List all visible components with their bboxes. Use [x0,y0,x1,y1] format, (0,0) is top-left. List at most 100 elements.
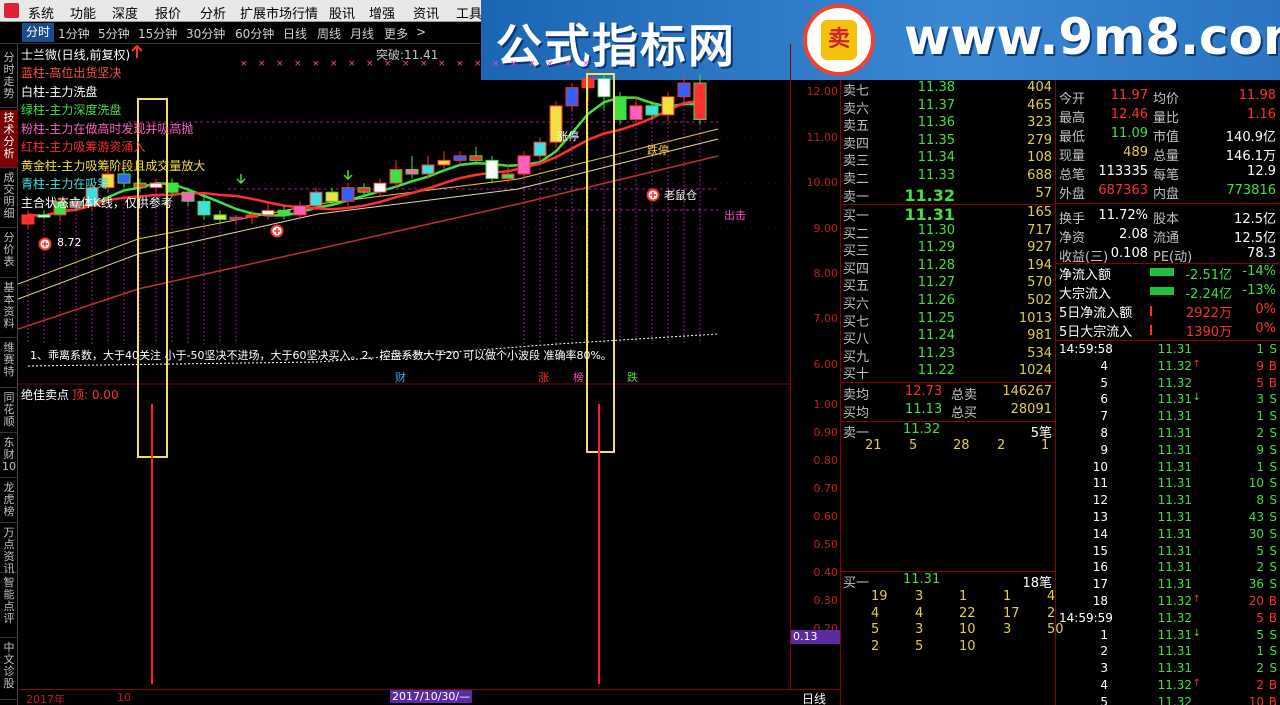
tick-row[interactable]: 4 11.32 ↑ 2 B [1056,678,1280,695]
side-tab[interactable]: 维赛特 [0,340,18,388]
menu-item[interactable]: 资讯 [413,3,439,22]
candle[interactable] [389,160,403,188]
period-tab[interactable]: 5分钟 [98,25,130,42]
period-tab[interactable]: 日线 [283,25,307,42]
period-label[interactable]: 日线 [802,690,826,705]
candle[interactable] [37,210,51,220]
buy-row[interactable]: 买六 11.26 502 [841,293,1055,312]
menu-item[interactable]: 增强 [369,3,395,22]
buy-row[interactable]: 买九 11.23 534 [841,346,1055,365]
menu-item[interactable]: 报价 [155,3,181,22]
candle[interactable] [677,74,691,102]
buy-signal-icon[interactable] [646,188,660,202]
side-tab[interactable]: 成交明细 [0,170,18,228]
period-tab[interactable]: 30分钟 [186,25,225,42]
side-tab[interactable]: 中文诊股 [0,640,18,700]
menu-item[interactable]: 工具 [456,3,482,22]
tick-row[interactable]: 11 11.31 10 S [1056,476,1280,493]
period-tab[interactable]: 15分钟 [138,25,177,42]
candle[interactable] [613,92,627,124]
tick-row[interactable]: 16 11.31 2 S [1056,560,1280,577]
menu-item[interactable]: 深度 [112,3,138,22]
candle[interactable] [373,178,387,197]
sell-row[interactable]: 卖四 11.35 279 [841,133,1055,152]
side-tab[interactable]: 万点资讯 [0,525,18,575]
buy-row[interactable]: 买十 11.22 1024 [841,363,1055,382]
tick-row[interactable]: 7 11.31 1 S [1056,409,1280,426]
tick-row[interactable]: 18 11.32 ↑ 20 B [1056,594,1280,611]
side-tab[interactable]: 分时走势 [0,50,18,108]
tick-row[interactable]: 9 11.31 9 S [1056,443,1280,460]
buy-row[interactable]: 买三 11.29 927 [841,240,1055,259]
candle[interactable] [661,92,675,120]
tick-row[interactable]: 5 11.32 5 B [1056,376,1280,393]
buy-row[interactable]: 买五 11.27 570 [841,275,1055,294]
period-tab[interactable]: 1分钟 [58,25,90,42]
event-marker[interactable]: 财 [395,369,406,385]
candle[interactable] [693,74,707,124]
buy-row[interactable]: 买八 11.24 981 [841,328,1055,347]
candle[interactable] [21,210,35,229]
event-marker[interactable]: 涨 [538,369,549,385]
side-tab[interactable]: 龙虎榜 [0,480,18,523]
event-marker[interactable]: 跌 [627,369,638,385]
candle[interactable] [453,151,467,165]
tick-row[interactable]: 10 11.31 1 S [1056,460,1280,477]
side-tab[interactable]: 同花顺 [0,390,18,433]
candle[interactable] [229,214,243,224]
menu-item[interactable]: 系统 [28,3,54,22]
tick-row[interactable]: 15 11.31 5 S [1056,544,1280,561]
side-tab[interactable]: 智能点评 [0,575,18,638]
menu-item[interactable]: 股讯 [329,3,355,22]
menu-item[interactable]: 扩展市场行情 [240,3,318,22]
candle[interactable] [197,196,211,220]
sell-row[interactable]: 卖一 11.32 57 [841,186,1055,205]
period-tab[interactable]: 月线 [350,25,374,42]
menu-item[interactable]: 分析 [200,3,226,22]
sell-row[interactable]: 卖二 11.33 688 [841,168,1055,187]
tick-row[interactable]: 14:59:59 11.32 5 B [1056,611,1280,628]
period-more-arrow-icon[interactable]: > [416,25,426,39]
tick-row[interactable]: 3 11.31 2 S [1056,661,1280,678]
tick-row[interactable]: 12 11.31 8 S [1056,493,1280,510]
tick-row[interactable]: 5 11.32 10 B [1056,695,1280,705]
tick-row[interactable]: 4 11.32 ↑ 9 B [1056,359,1280,376]
candle[interactable] [405,155,419,179]
side-tab[interactable]: 基本资料 [0,280,18,338]
side-tab[interactable]: 东财10 [0,435,18,478]
buy-signal-icon[interactable] [38,237,52,251]
sell-row[interactable]: 卖七 11.38 404 [841,80,1055,99]
buy-row[interactable]: 买七 11.25 1013 [841,311,1055,330]
tick-row[interactable]: 1 11.31 ↓ 5 S [1056,628,1280,645]
candle[interactable] [149,178,163,193]
buy-row[interactable]: 买四 11.28 194 [841,258,1055,277]
tick-row[interactable]: 17 11.31 36 S [1056,577,1280,594]
side-tab[interactable]: 技术分析 [0,110,18,168]
candle[interactable] [485,155,499,184]
buy-row[interactable]: 买二 11.30 717 [841,223,1055,242]
buy-signal-icon[interactable] [270,224,284,238]
period-tab[interactable]: 60分钟 [235,25,274,42]
tick-row[interactable]: 2 11.31 1 S [1056,644,1280,661]
candle[interactable] [533,137,547,161]
candle[interactable] [565,83,579,111]
tick-row[interactable]: 13 11.31 43 S [1056,510,1280,527]
tick-row[interactable]: 14 11.31 30 S [1056,527,1280,544]
candle[interactable] [437,151,451,170]
tick-row[interactable]: 14:59:58 11.31 1 S [1056,342,1280,359]
candle[interactable] [277,205,291,220]
period-tab[interactable]: 分时 [22,23,55,42]
candle[interactable] [133,178,147,193]
buy-row[interactable]: 买一 11.31 165 [841,205,1055,224]
sell-row[interactable]: 卖五 11.36 323 [841,115,1055,134]
tick-row[interactable]: 8 11.31 2 S [1056,426,1280,443]
period-tab[interactable]: 周线 [317,25,341,42]
sell-row[interactable]: 卖六 11.37 465 [841,98,1055,117]
period-tab[interactable]: 更多 [384,25,408,42]
candle[interactable] [517,151,531,179]
menu-item[interactable]: 功能 [70,3,96,22]
candle[interactable] [629,96,643,124]
event-marker[interactable]: 榜 [573,369,584,385]
tick-row[interactable]: 6 11.31 ↓ 3 S [1056,392,1280,409]
side-tab[interactable]: 分价表 [0,230,18,278]
